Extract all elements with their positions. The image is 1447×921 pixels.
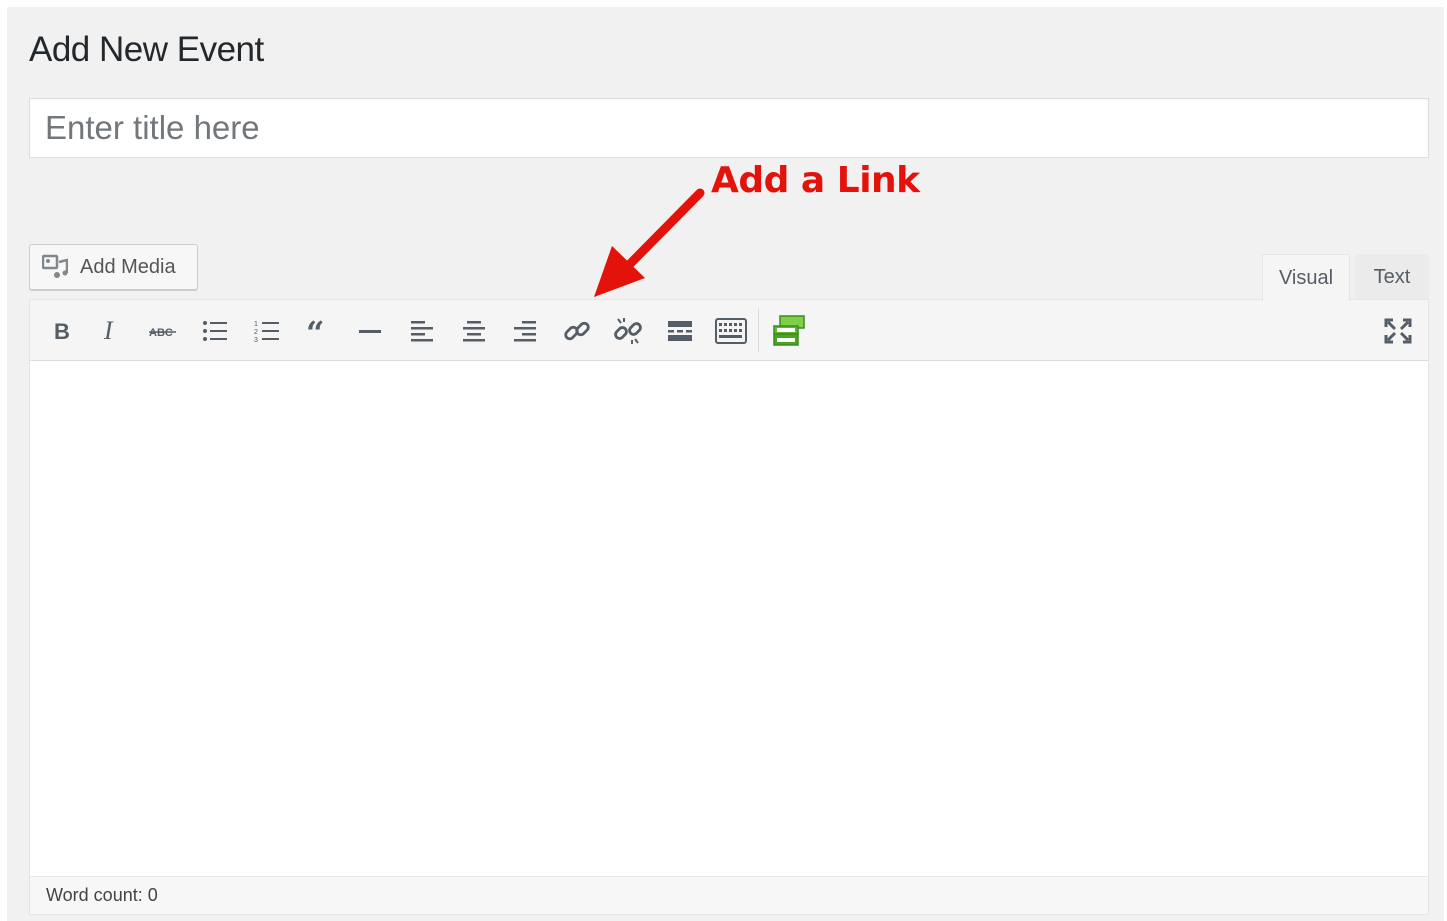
tab-text[interactable]: Text (1355, 254, 1429, 300)
tab-visual[interactable]: Visual (1262, 254, 1350, 301)
horizontal-line-icon[interactable] (352, 313, 388, 349)
toolbar-separator (758, 308, 759, 352)
bulleted-list-icon[interactable] (197, 313, 233, 349)
align-right-icon[interactable] (507, 313, 543, 349)
toolbar-toggle-icon[interactable] (713, 313, 749, 349)
content-editor: B I ABC 123 “ Word count: 0 (29, 299, 1429, 915)
read-more-icon[interactable] (662, 313, 698, 349)
align-center-icon[interactable] (456, 313, 492, 349)
title-input[interactable] (29, 98, 1429, 158)
blockquote-icon[interactable]: “ (301, 313, 337, 349)
svg-text:I: I (103, 318, 114, 344)
align-left-icon[interactable] (404, 313, 440, 349)
insert-link-icon[interactable] (559, 313, 595, 349)
svg-text:“: “ (306, 320, 324, 342)
editor-toolbar: B I ABC 123 “ (30, 300, 1428, 361)
strikethrough-icon[interactable]: ABC (145, 313, 181, 349)
svg-text:1: 1 (254, 321, 258, 328)
editor-content-area[interactable] (30, 361, 1428, 877)
media-icon (42, 253, 70, 281)
remove-link-icon[interactable] (610, 313, 646, 349)
plugin-form-icon[interactable] (771, 313, 807, 349)
italic-icon[interactable]: I (94, 313, 130, 349)
bold-icon[interactable]: B (43, 313, 79, 349)
svg-text:B: B (54, 319, 70, 343)
annotation-label: Add a Link (711, 160, 920, 201)
add-media-button[interactable]: Add Media (29, 244, 198, 290)
word-count: Word count: 0 (46, 885, 158, 905)
editor-statusbar: Word count: 0 (30, 876, 1428, 914)
add-media-label: Add Media (80, 255, 176, 278)
svg-text:2: 2 (254, 329, 258, 336)
svg-text:3: 3 (254, 337, 258, 343)
fullscreen-icon[interactable] (1380, 313, 1416, 349)
svg-text:ABC: ABC (149, 327, 173, 339)
page-title: Add New Event (29, 30, 264, 69)
numbered-list-icon[interactable]: 123 (249, 313, 285, 349)
